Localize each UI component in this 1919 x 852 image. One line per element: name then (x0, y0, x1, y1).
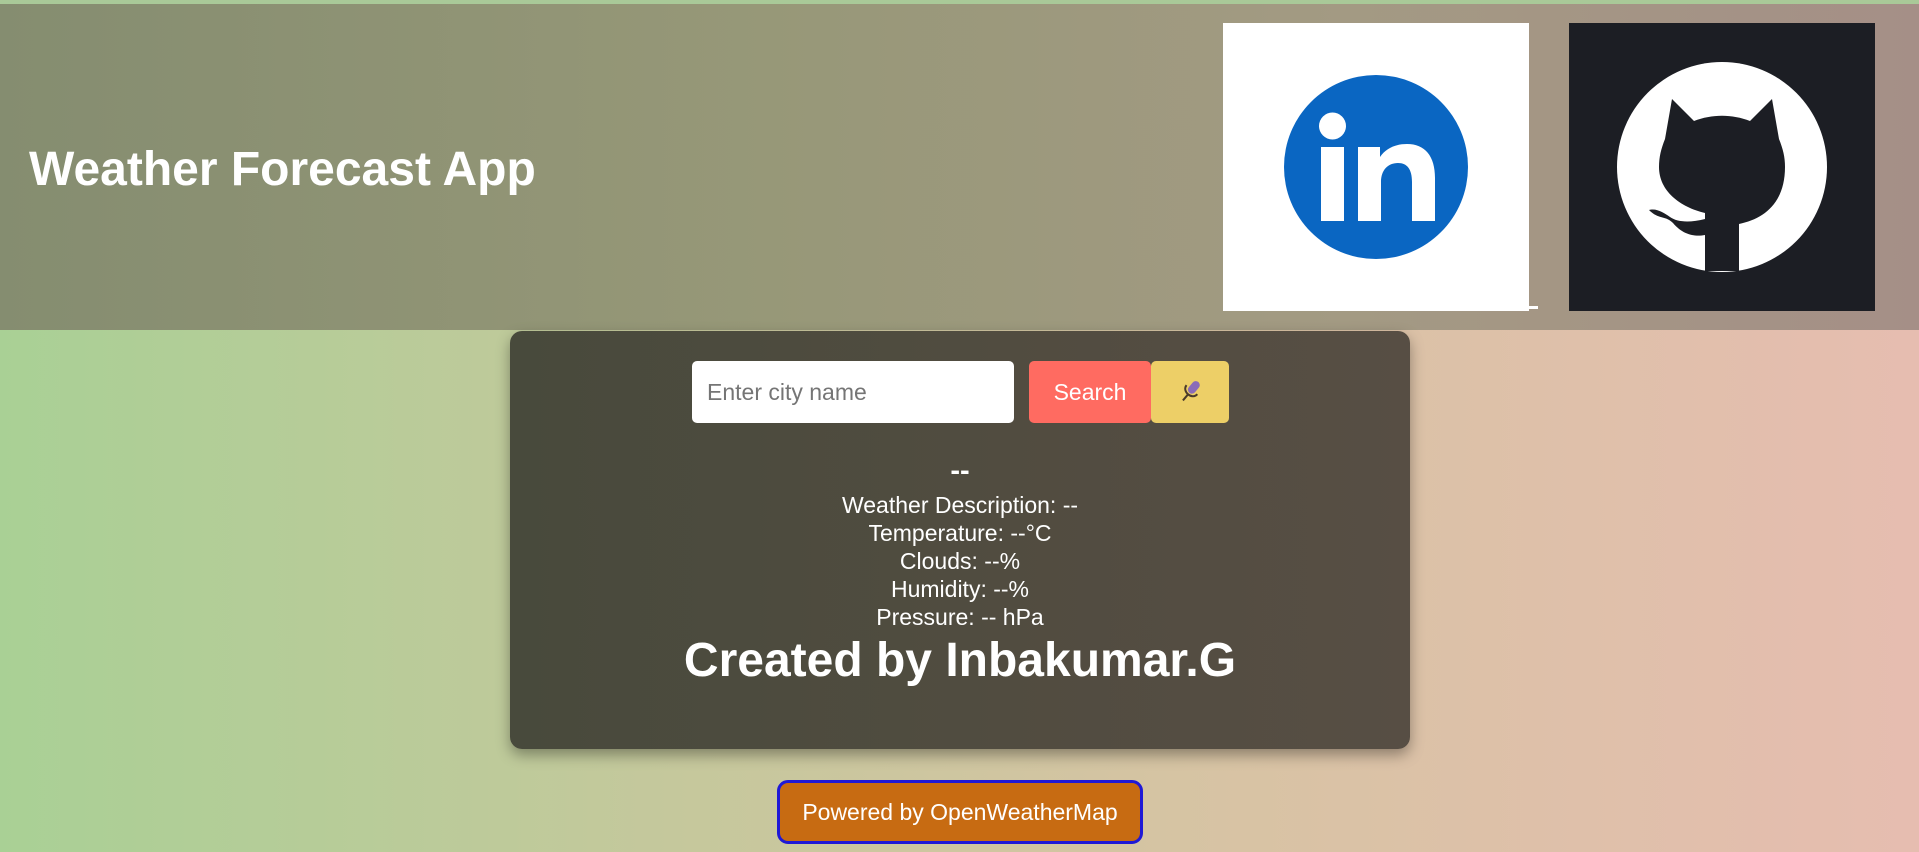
powered-by-button[interactable]: Powered by OpenWeatherMap (777, 780, 1143, 844)
weather-card: Search -- Weather Description: -- Temper… (510, 331, 1410, 749)
linkedin-link[interactable] (1223, 23, 1529, 311)
github-icon (1617, 62, 1827, 272)
app-header: Weather Forecast App (0, 0, 1919, 330)
city-search-input[interactable] (692, 361, 1014, 423)
pressure: Pressure: -- hPa (876, 604, 1044, 630)
temperature: Temperature: --°C (868, 520, 1052, 546)
github-link[interactable] (1569, 23, 1875, 311)
city-name: -- (950, 455, 970, 487)
author-credit: Created by Inbakumar.G (683, 634, 1237, 687)
humidity: Humidity: --% (890, 576, 1029, 602)
app-title: Weather Forecast App (29, 143, 536, 196)
weather-info: -- Weather Description: -- Temperature: … (510, 451, 1410, 689)
voice-search-button[interactable] (1151, 361, 1229, 423)
clouds: Clouds: --% (899, 548, 1021, 574)
microphone-icon (1182, 381, 1200, 402)
linkedin-icon (1284, 75, 1468, 259)
link-underline (1529, 306, 1538, 309)
weather-description: Weather Description: -- (841, 492, 1079, 518)
search-button[interactable]: Search (1029, 361, 1151, 423)
